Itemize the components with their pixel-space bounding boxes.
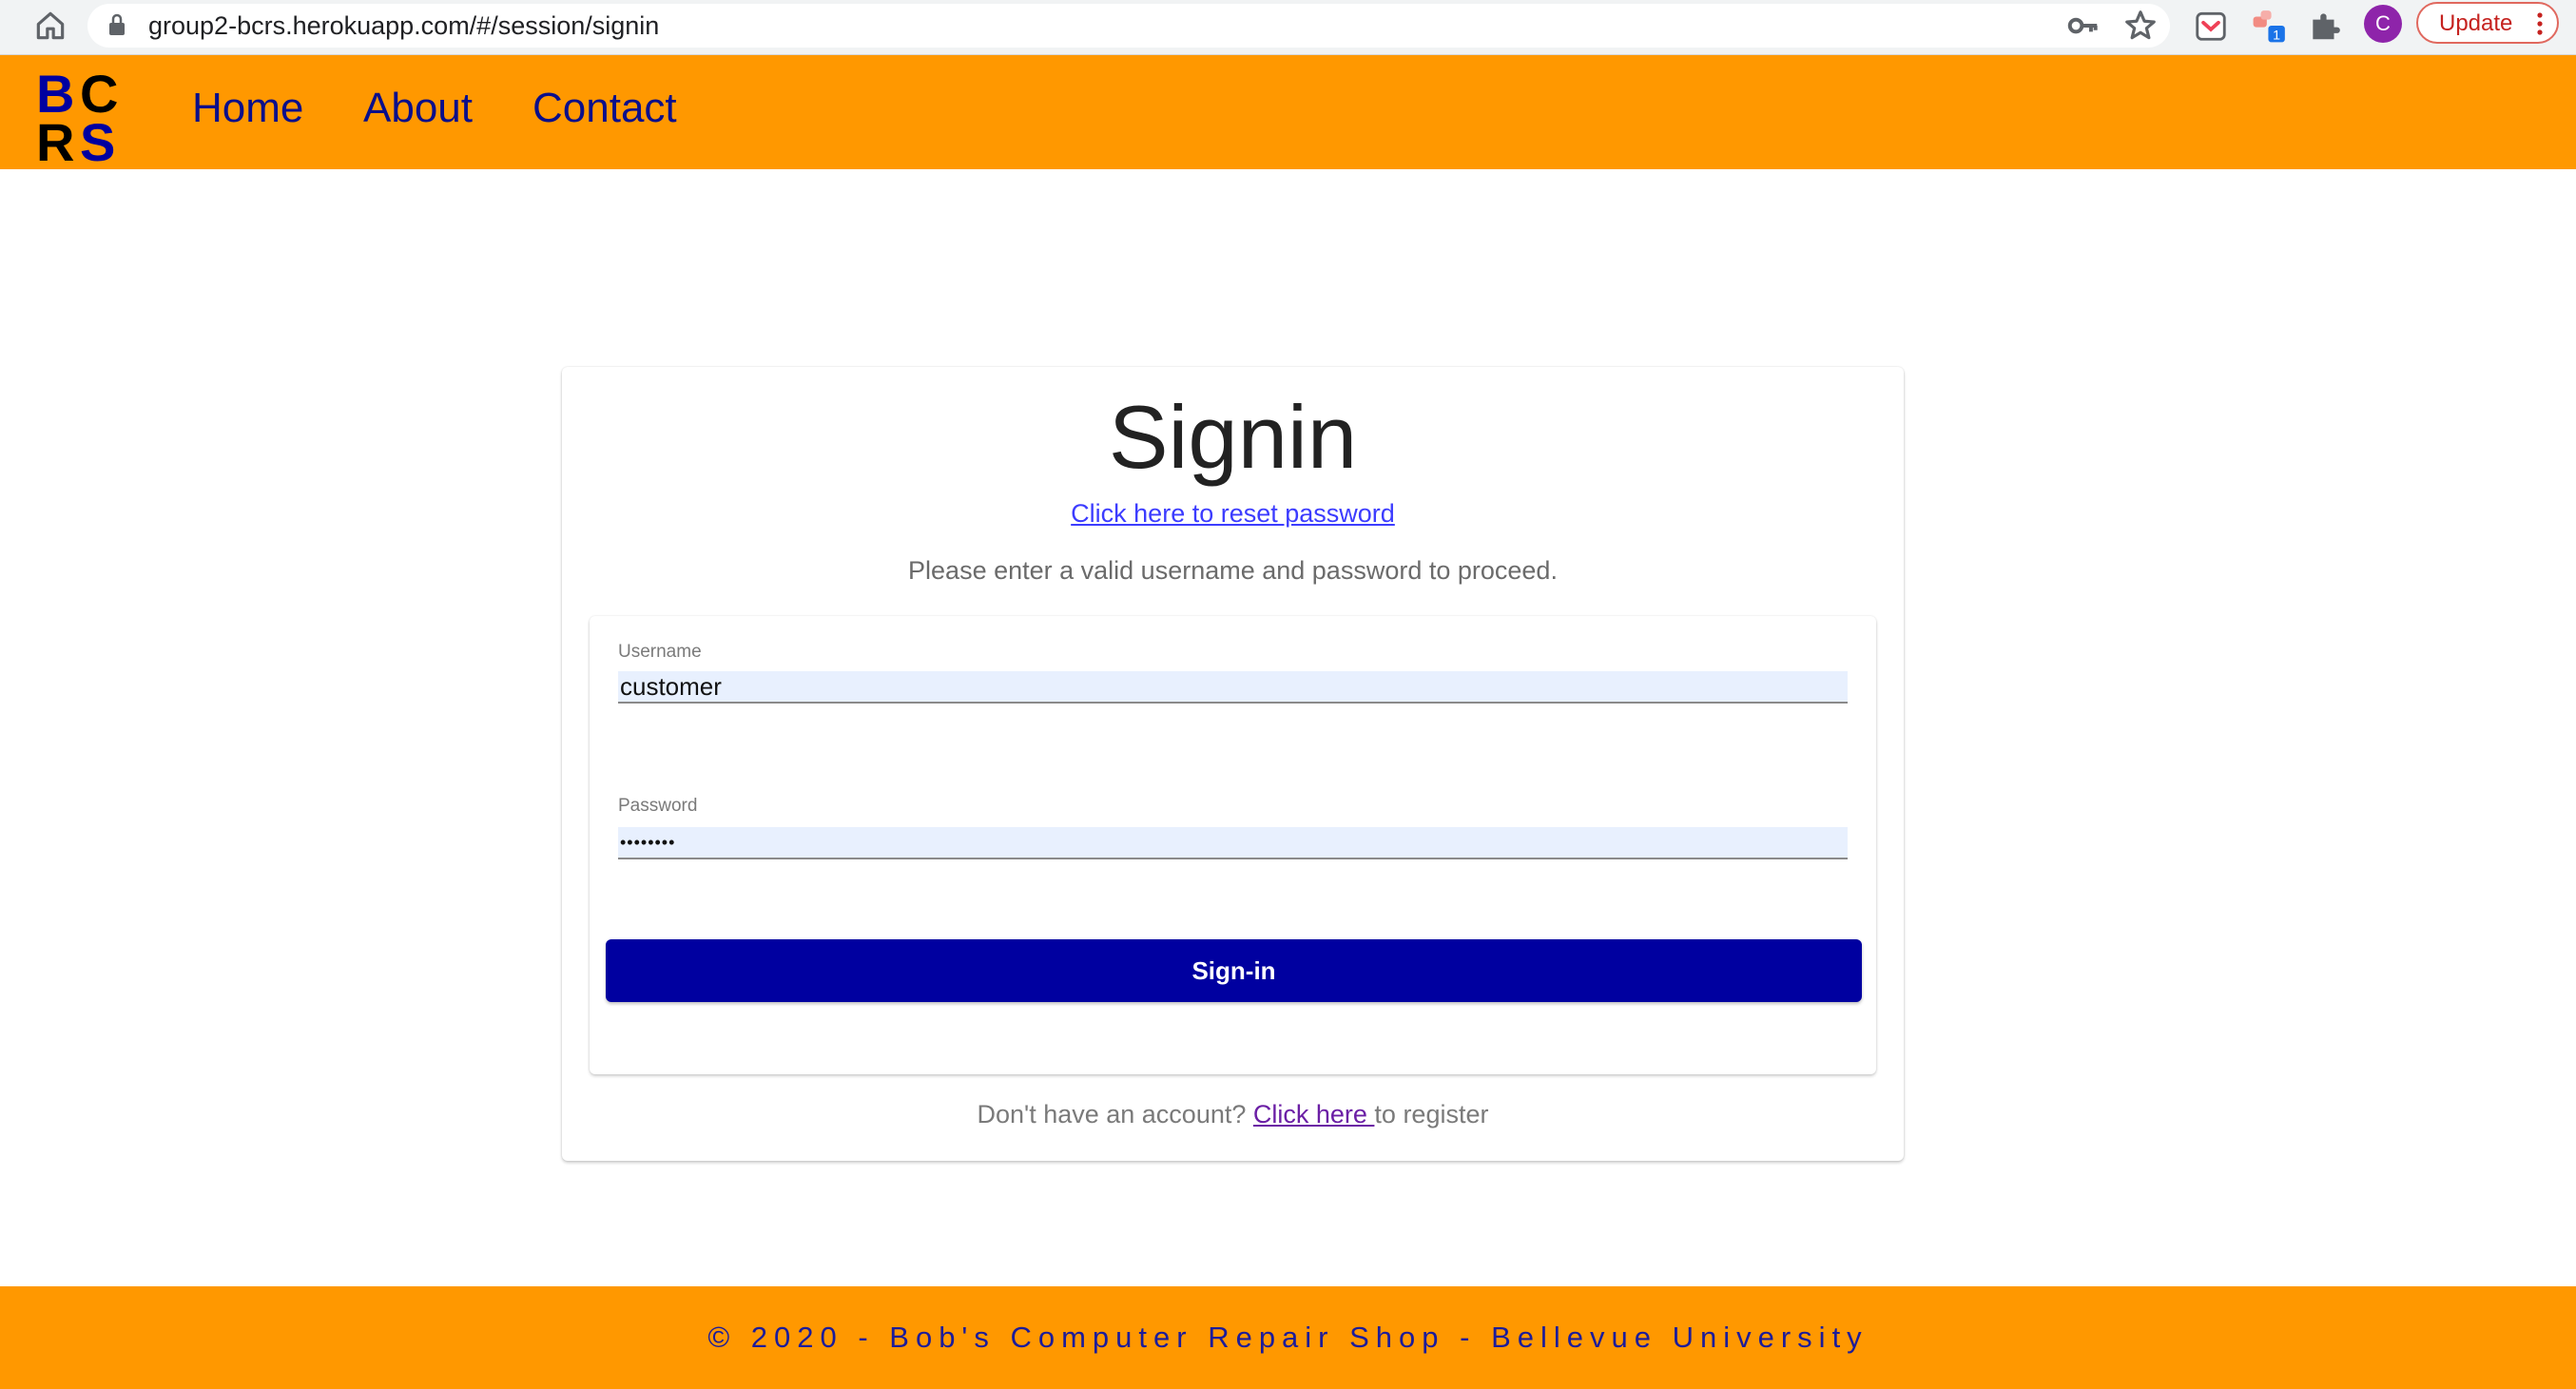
lock-icon[interactable] bbox=[107, 12, 127, 37]
browser-toolbar: group2-bcrs.herokuapp.com/#/session/sign… bbox=[0, 0, 2576, 55]
puzzle-icon[interactable] bbox=[2307, 8, 2343, 44]
reset-password-link[interactable]: Click here to reset password bbox=[562, 496, 1904, 531]
username-value: customer bbox=[620, 672, 722, 701]
register-link[interactable]: Click here bbox=[1253, 1100, 1375, 1129]
nav-link-contact[interactable]: Contact bbox=[533, 80, 677, 137]
footer: © 2020 - Bob's Computer Repair Shop - Be… bbox=[0, 1286, 2576, 1389]
home-icon[interactable] bbox=[32, 8, 68, 44]
kebab-menu-icon[interactable] bbox=[2536, 11, 2544, 36]
signin-button[interactable]: Sign-in bbox=[606, 939, 1862, 1002]
signin-form: Username customer Password •••••••• Sign… bbox=[590, 616, 1876, 1074]
username-field[interactable]: customer bbox=[618, 671, 1848, 704]
register-prompt: Don't have an account? Click here to reg… bbox=[562, 1097, 1904, 1131]
nav-link-about[interactable]: About bbox=[363, 80, 473, 137]
pocket-extension-icon[interactable] bbox=[2193, 8, 2229, 44]
password-value: •••••••• bbox=[620, 833, 676, 852]
update-button[interactable]: Update bbox=[2416, 2, 2559, 44]
bcrs-logo[interactable]: B C R S bbox=[36, 65, 137, 164]
password-label: Password bbox=[618, 796, 698, 816]
update-label: Update bbox=[2439, 10, 2513, 36]
nav-link-home[interactable]: Home bbox=[192, 80, 303, 137]
logo-letter-s: S bbox=[80, 112, 115, 164]
signin-instructions: Please enter a valid username and passwo… bbox=[908, 556, 1558, 585]
username-label: Username bbox=[618, 642, 702, 662]
key-icon[interactable] bbox=[2065, 8, 2101, 44]
extension-badge-icon[interactable]: 1 bbox=[2252, 8, 2288, 44]
extension-badge-count: 1 bbox=[2273, 28, 2280, 43]
logo-letter-r: R bbox=[36, 112, 74, 164]
register-prefix: Don't have an account? bbox=[977, 1100, 1253, 1129]
register-suffix: to register bbox=[1374, 1100, 1489, 1129]
footer-copyright: © 2020 - Bob's Computer Repair Shop - Be… bbox=[707, 1321, 1869, 1354]
signin-card: Signin Click here to reset password Plea… bbox=[562, 367, 1904, 1161]
star-icon[interactable] bbox=[2122, 8, 2159, 44]
page-title: Signin bbox=[1108, 387, 1358, 487]
profile-avatar[interactable]: C bbox=[2364, 5, 2402, 43]
password-field[interactable]: •••••••• bbox=[618, 827, 1848, 859]
url-text[interactable]: group2-bcrs.herokuapp.com/#/session/sign… bbox=[148, 7, 659, 45]
